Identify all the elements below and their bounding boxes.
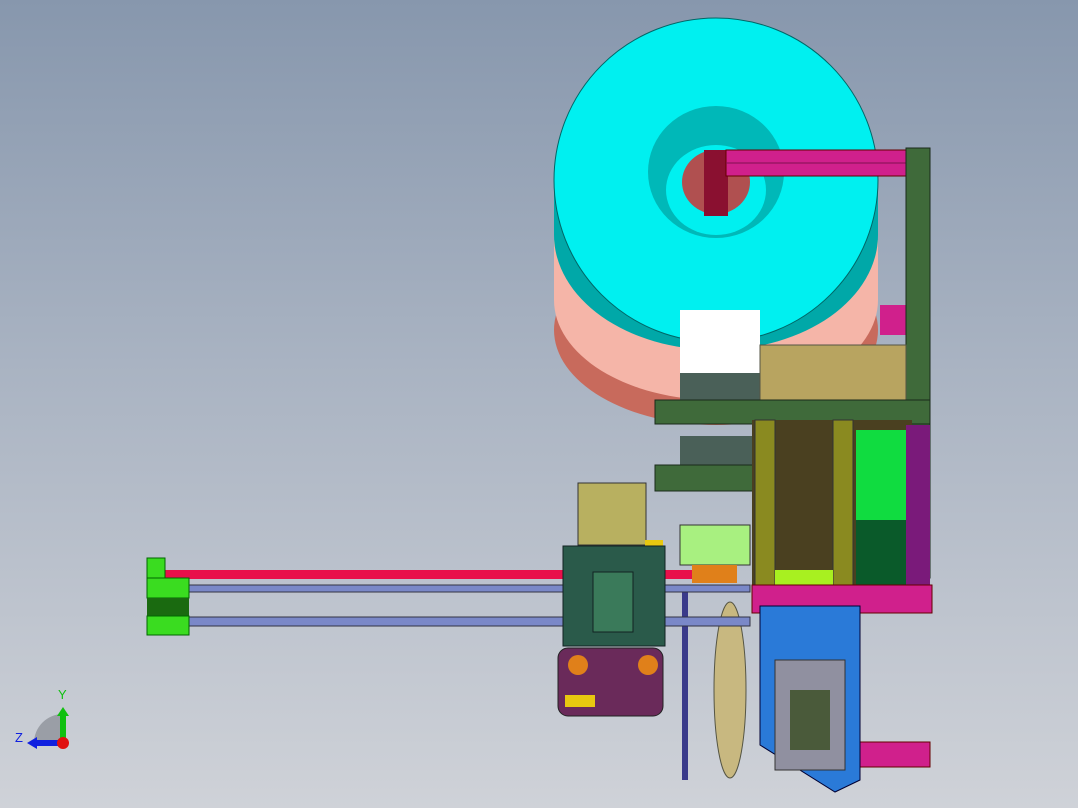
motor	[577, 482, 647, 546]
block-lower	[680, 436, 760, 466]
axis-triad: Y Z	[10, 685, 80, 755]
x-axis-dot	[57, 737, 69, 749]
white-block	[680, 310, 760, 375]
bearing	[638, 655, 658, 675]
z-axis-arrowhead	[27, 737, 37, 749]
fan-disc	[713, 601, 747, 779]
center-post	[704, 150, 728, 216]
green-panel-dark	[856, 520, 906, 585]
y-axis-label: Y	[58, 687, 67, 702]
triad-arc	[34, 714, 63, 743]
z-axis-label: Z	[15, 730, 23, 745]
gear	[565, 695, 595, 707]
spring	[692, 565, 737, 583]
block-base	[680, 373, 760, 403]
y-axis-arrowhead	[57, 707, 69, 716]
yellow-green-part	[775, 570, 833, 585]
end-cap	[146, 557, 190, 636]
tan-box	[759, 344, 907, 404]
frame-column	[832, 419, 854, 586]
bottom-frame-foot	[859, 741, 931, 768]
clamp	[592, 571, 634, 633]
access-door[interactable]	[759, 605, 861, 793]
cad-3d-viewport[interactable]	[0, 0, 1078, 808]
bearing	[568, 655, 588, 675]
purple-post	[906, 425, 930, 585]
frame-column	[754, 419, 776, 586]
sensor-block	[679, 524, 751, 566]
green-panel	[856, 430, 906, 520]
